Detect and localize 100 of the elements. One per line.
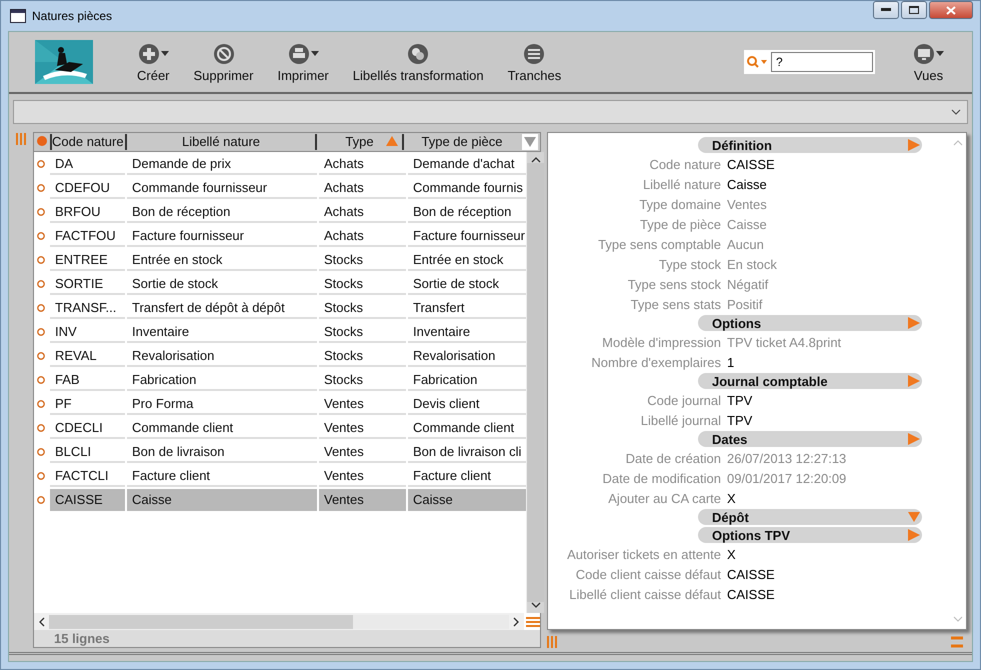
search-icon[interactable] xyxy=(746,55,768,69)
table-cell: CDEFOU xyxy=(50,177,125,199)
table-row[interactable]: DA Demande de prix Achats Demande d'achat xyxy=(34,152,526,176)
toolbar-button[interactable]: Tranches xyxy=(496,42,574,82)
table-cell: Bon de livraison xyxy=(127,441,317,463)
section-header[interactable]: Journal comptable xyxy=(698,373,922,389)
toolbar-button[interactable]: Créer xyxy=(125,42,182,82)
chevron-up-icon[interactable] xyxy=(530,156,540,163)
field-label: Type domaine xyxy=(638,196,722,212)
field-label: Type sens stock xyxy=(626,276,722,292)
field-label: Type sens stats xyxy=(630,296,722,312)
column-header[interactable]: Libellé nature xyxy=(125,134,315,150)
field-value: CAISSE xyxy=(727,586,775,602)
filter-dropdown[interactable] xyxy=(13,100,968,124)
table-row[interactable]: REVAL Revalorisation Stocks Revalorisation xyxy=(34,344,526,368)
section-header[interactable]: Options TPV xyxy=(698,527,922,543)
toolbar-button[interactable]: Libellés transformation xyxy=(340,42,496,82)
caret-right-icon xyxy=(908,375,920,387)
table-row[interactable]: CAISSE Caisse Ventes Caisse xyxy=(34,488,526,512)
maximize-button[interactable] xyxy=(901,1,927,19)
minimize-button[interactable] xyxy=(873,1,899,19)
table-cell: Achats xyxy=(319,225,406,247)
field-label: Ajouter au CA carte xyxy=(607,490,722,506)
chevron-down-icon[interactable] xyxy=(530,602,540,609)
field-label: Modèle d'impression xyxy=(601,334,722,350)
caret-down-icon xyxy=(936,50,944,56)
toolbar-button[interactable]: Imprimer xyxy=(265,42,341,82)
panel-handle-icon[interactable] xyxy=(16,133,26,145)
chevron-left-icon[interactable] xyxy=(38,616,45,626)
horizontal-scrollbar[interactable] xyxy=(34,613,524,630)
row-count: 15 lignes xyxy=(54,631,110,646)
circles-icon xyxy=(407,42,430,64)
window-icon xyxy=(10,9,26,23)
table-cell: Ventes xyxy=(319,489,406,511)
prohibited-icon xyxy=(212,42,234,64)
panel-handle-icon[interactable] xyxy=(951,636,963,648)
section-header[interactable]: Dates xyxy=(698,431,922,447)
views-button[interactable]: Vues xyxy=(901,42,956,82)
table-row[interactable]: SORTIE Sortie de stock Stocks Sortie de stock xyxy=(34,272,526,296)
field-value: CAISSE xyxy=(727,566,775,582)
logo-icon xyxy=(35,40,93,84)
section-header[interactable]: Définition xyxy=(698,137,922,153)
table-cell: BRFOU xyxy=(50,201,125,223)
section-header[interactable]: Dépôt xyxy=(698,509,922,525)
table-row[interactable]: FACTCLI Facture client Ventes Facture client xyxy=(34,464,526,488)
close-button[interactable] xyxy=(929,1,973,19)
table-cell: Caisse xyxy=(127,489,317,511)
column-header[interactable]: Code nature xyxy=(50,134,125,150)
panel-handle-icon[interactable] xyxy=(547,636,557,648)
close-icon xyxy=(946,6,956,14)
field-value: X xyxy=(727,546,736,562)
table-cell: Demande de prix xyxy=(127,153,317,175)
column-menu-icon[interactable] xyxy=(522,134,538,150)
section-header[interactable]: Options xyxy=(698,315,922,331)
toolbar-button[interactable]: Supprimer xyxy=(182,42,266,82)
table-cell: TRANSF... xyxy=(50,297,125,319)
table-row[interactable]: BRFOU Bon de réception Achats Bon de réception xyxy=(34,200,526,224)
table-cell: Achats xyxy=(319,177,406,199)
field-label: Code nature xyxy=(648,156,722,172)
table-row[interactable]: PF Pro Forma Ventes Devis client xyxy=(34,392,526,416)
search-field[interactable]: ? xyxy=(771,52,873,72)
table-cell: Sortie de stock xyxy=(127,273,317,295)
field-label: Type de pièce xyxy=(639,216,722,232)
table-row[interactable]: BLCLI Bon de livraison Ventes Bon de livraison cli xyxy=(34,440,526,464)
table-cell: Commande fournisseur xyxy=(127,177,317,199)
table-cell: ENTREE xyxy=(50,249,125,271)
table-cell: Transfert de dépôt à dépôt xyxy=(127,297,317,319)
vertical-scrollbar[interactable] xyxy=(526,152,544,613)
table-row[interactable]: FACTFOU Facture fournisseur Achats Facture fournisseur xyxy=(34,224,526,248)
table-row[interactable]: INV Inventaire Stocks Inventaire xyxy=(34,320,526,344)
caret-down-icon xyxy=(908,512,920,522)
stack-icon xyxy=(523,42,546,64)
plus-icon xyxy=(138,42,160,64)
column-header[interactable]: Type de pièce xyxy=(402,134,520,150)
chevron-right-icon[interactable] xyxy=(513,616,520,626)
minimize-icon xyxy=(881,8,891,12)
table-row[interactable]: ENTREE Entrée en stock Stocks Entrée en stock xyxy=(34,248,526,272)
table-cell: CAISSE xyxy=(50,489,125,511)
table-row[interactable]: TRANSF... Transfert de dépôt à dépôt Stocks Transfert xyxy=(34,296,526,320)
field-label: Date de création xyxy=(624,450,722,466)
field-value: Ventes xyxy=(727,196,767,212)
caret-right-icon xyxy=(908,139,920,151)
field-value: TPV ticket A4.8print xyxy=(727,334,842,350)
field-value: 09/01/2017 12:20:09 xyxy=(727,470,846,486)
table-cell: DA xyxy=(50,153,125,175)
menu-icon[interactable] xyxy=(526,616,540,628)
table-row[interactable]: CDECLI Commande client Ventes Commande client xyxy=(34,416,526,440)
table-cell: Ventes xyxy=(319,441,406,463)
table-cell: Fabrication xyxy=(127,369,317,391)
table-cell: Stocks xyxy=(319,321,406,343)
printer-icon xyxy=(288,42,310,64)
table-cell: Stocks xyxy=(319,369,406,391)
table-cell: Stocks xyxy=(319,345,406,367)
column-header[interactable]: Type xyxy=(315,134,402,150)
table-row[interactable]: CDEFOU Commande fournisseur Achats Commande fournis xyxy=(34,176,526,200)
table-cell: INV xyxy=(50,321,125,343)
table-row[interactable]: FAB Fabrication Stocks Fabrication xyxy=(34,368,526,392)
field-label: Libellé journal xyxy=(640,412,722,428)
field-label: Date de modification xyxy=(601,470,722,486)
table-cell: PF xyxy=(50,393,125,415)
